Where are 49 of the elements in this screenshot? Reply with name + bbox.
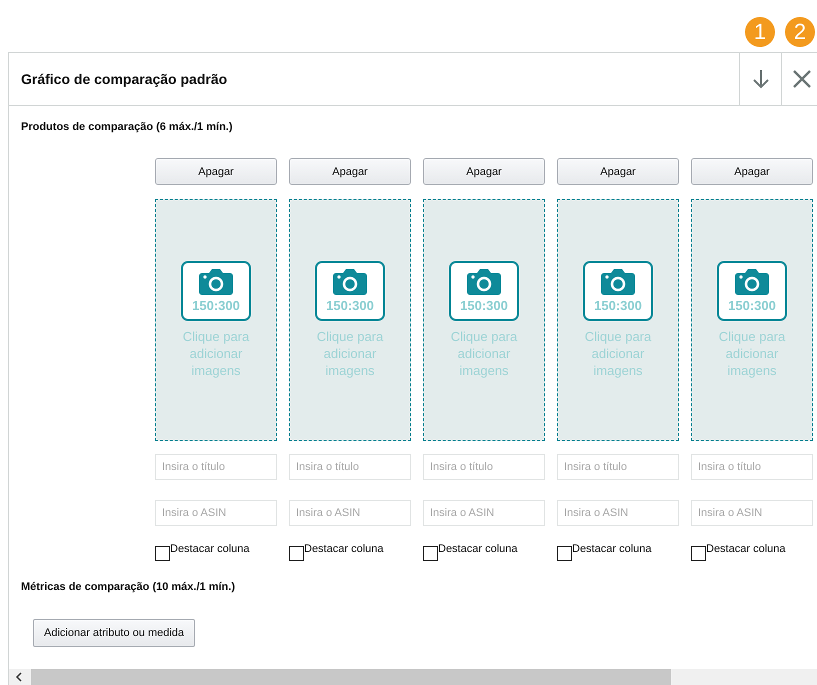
upload-hint: Clique para adicionar imagens (718, 328, 786, 379)
upload-hint: Clique para adicionar imagens (584, 328, 652, 379)
aspect-ratio-label: 150:300 (192, 298, 240, 313)
aspect-ratio-label: 150:300 (594, 298, 642, 313)
upload-hint: Clique para adicionar imagens (450, 328, 518, 379)
checkbox[interactable] (691, 546, 706, 561)
asin-input-field[interactable]: Insira o ASIN (289, 500, 411, 526)
section-label: Produtos de comparação (6 máx./1 mín.) (21, 121, 234, 133)
camera-icon (601, 269, 635, 295)
upload-hint: Clique para adicionar imagens (182, 328, 250, 379)
delete-button[interactable]: Apagar (289, 158, 411, 185)
title-input-field[interactable]: Insira o título (289, 454, 411, 480)
checkbox[interactable] (557, 546, 572, 561)
delete-button[interactable]: Apagar (691, 158, 813, 185)
aspect-ratio-label: 150:300 (326, 298, 374, 313)
delete-button[interactable]: Apagar (155, 158, 277, 185)
checkbox-label: Destacar coluna (706, 543, 786, 555)
camera-icon (735, 269, 769, 295)
camera-icon (199, 269, 233, 295)
title-input-field[interactable]: Insira o título (423, 454, 545, 480)
delete-button[interactable]: Apagar (557, 158, 679, 185)
camera-icon (333, 269, 367, 295)
asin-input-field[interactable]: Insira o ASIN (155, 500, 277, 526)
asin-input-field[interactable]: Insira o ASIN (691, 500, 813, 526)
section-label: Métricas de comparação (10 máx./1 mín.) (21, 581, 236, 593)
asin-input-field[interactable]: Insira o ASIN (557, 500, 679, 526)
checkbox[interactable] (423, 546, 438, 561)
checkbox-label: Destacar coluna (572, 543, 652, 555)
title-input-field[interactable]: Insira o título (155, 454, 277, 480)
aspect-ratio-label: 150:300 (460, 298, 508, 313)
horizontal-scrollbar[interactable] (9, 669, 817, 685)
title-input-field[interactable]: Insira o título (557, 454, 679, 480)
asin-input-field[interactable]: Insira o ASIN (423, 500, 545, 526)
checkbox-label: Destacar coluna (170, 543, 250, 555)
scrollbar-thumb[interactable] (31, 669, 671, 685)
title-input-field[interactable]: Insira o título (691, 454, 813, 480)
aspect-ratio-label: 150:300 (728, 298, 776, 313)
delete-button[interactable]: Apagar (423, 158, 545, 185)
callout-badge: 1 (745, 17, 775, 47)
checkbox-label: Destacar coluna (304, 543, 384, 555)
camera-icon (467, 269, 501, 295)
upload-hint: Clique para adicionar imagens (316, 328, 384, 379)
checkbox-label: Destacar coluna (438, 543, 518, 555)
close-icon (792, 69, 812, 89)
checkbox[interactable] (155, 546, 170, 561)
add-attribute-button[interactable]: Adicionar atributo ou medida (33, 619, 196, 647)
dialog-title: Gráfico de comparação padrão (20, 70, 228, 89)
checkbox[interactable] (289, 546, 304, 561)
callout-badge: 2 (785, 17, 815, 47)
